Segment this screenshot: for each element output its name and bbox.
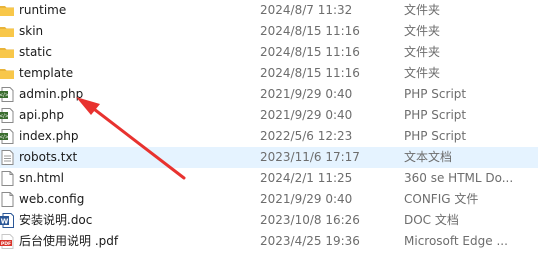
file-type: PHP Script	[404, 129, 467, 143]
file-date: 2024/8/15 11:16	[260, 66, 360, 80]
file-name: runtime	[19, 3, 67, 17]
file-row-template[interactable]: template 2024/8/15 11:16 文件夹	[0, 63, 538, 84]
php-file-icon: </>	[0, 108, 14, 123]
svg-text:</>: </>	[0, 114, 9, 120]
file-row-api-php[interactable]: </> api.php 2021/9/29 0:40 PHP Script	[0, 105, 538, 126]
file-date: 2022/5/6 12:23	[260, 129, 353, 143]
file-list: runtime 2024/8/7 11:32 文件夹 skin 2024/8/1…	[0, 0, 538, 252]
file-name: static	[19, 45, 52, 59]
svg-text:</>: </>	[0, 93, 9, 99]
file-row-robots-txt[interactable]: robots.txt 2023/11/6 17:17 文本文档	[0, 147, 538, 168]
file-name: api.php	[19, 108, 64, 122]
file-row-install-doc[interactable]: W 安装说明.doc 2023/10/8 16:26 DOC 文档	[0, 210, 538, 231]
file-name: admin.php	[19, 87, 84, 101]
folder-icon	[0, 69, 14, 79]
php-file-icon: </>	[0, 87, 14, 102]
file-name: skin	[19, 24, 44, 38]
file-date: 2024/8/15 11:16	[260, 45, 360, 59]
file-type: 文本文档	[404, 150, 453, 164]
file-type: PHP Script	[404, 108, 467, 122]
folder-icon	[0, 6, 14, 16]
folder-icon	[0, 48, 14, 58]
file-date: 2023/4/25 19:36	[260, 234, 360, 248]
file-date: 2024/8/7 11:32	[260, 3, 353, 17]
file-row-web-config[interactable]: web.config 2021/9/29 0:40 CONFIG 文件	[0, 189, 538, 210]
file-type: 文件夹	[404, 66, 441, 80]
file-type: 文件夹	[404, 3, 441, 17]
file-row-admin-guide-pdf[interactable]: PDF 后台使用说明 .pdf 2023/4/25 19:36 Microsof…	[0, 231, 538, 252]
file-date: 2024/2/1 11:25	[260, 171, 353, 185]
svg-text:PDF: PDF	[1, 241, 11, 247]
file-type: 文件夹	[404, 24, 441, 38]
file-name: sn.html	[19, 171, 65, 185]
file-row-sn-html[interactable]: sn.html 2024/2/1 11:25 360 se HTML Do...	[0, 168, 538, 189]
file-type: Microsoft Edge ...	[404, 234, 508, 248]
file-date: 2023/10/8 16:26	[260, 213, 360, 227]
file-row-admin-php[interactable]: </> admin.php 2021/9/29 0:40 PHP Script	[0, 84, 538, 105]
file-name: index.php	[19, 129, 79, 143]
file-name: template	[19, 66, 74, 80]
file-name: 安装说明.doc	[19, 213, 93, 227]
file-date: 2021/9/29 0:40	[260, 87, 353, 101]
file-name: 后台使用说明 .pdf	[19, 234, 119, 248]
svg-text:W: W	[1, 218, 9, 226]
file-type: DOC 文档	[404, 213, 459, 227]
file-date: 2021/9/29 0:40	[260, 108, 353, 122]
php-file-icon: </>	[0, 129, 14, 144]
file-row-static[interactable]: static 2024/8/15 11:16 文件夹	[0, 42, 538, 63]
file-row-runtime[interactable]: runtime 2024/8/7 11:32 文件夹	[0, 0, 538, 21]
text-file-icon	[1, 150, 14, 165]
html-file-icon	[1, 171, 14, 186]
file-type: CONFIG 文件	[404, 192, 479, 206]
file-date: 2024/8/15 11:16	[260, 24, 360, 38]
folder-icon	[0, 27, 14, 37]
file-row-index-php[interactable]: </> index.php 2022/5/6 12:23 PHP Script	[0, 126, 538, 147]
file-name: web.config	[19, 192, 85, 206]
config-file-icon	[1, 192, 14, 207]
pdf-file-icon: PDF	[0, 234, 14, 249]
word-doc-icon: W	[0, 213, 14, 228]
file-date: 2021/9/29 0:40	[260, 192, 353, 206]
file-type: PHP Script	[404, 87, 467, 101]
file-row-skin[interactable]: skin 2024/8/15 11:16 文件夹	[0, 21, 538, 42]
file-type: 360 se HTML Do...	[404, 171, 514, 185]
svg-text:</>: </>	[0, 135, 9, 141]
file-name: robots.txt	[19, 150, 78, 164]
file-type: 文件夹	[404, 45, 441, 59]
file-date: 2023/11/6 17:17	[260, 150, 360, 164]
